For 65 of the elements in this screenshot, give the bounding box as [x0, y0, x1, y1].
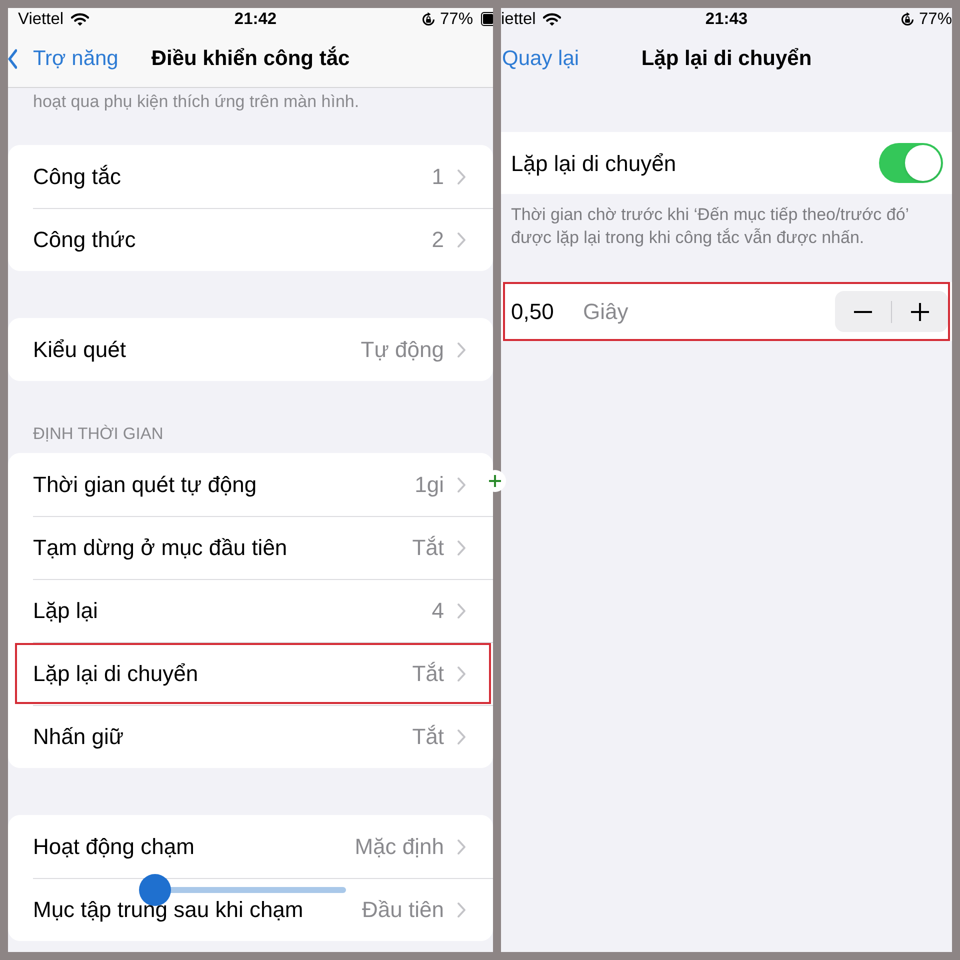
chevron-right-icon [457, 838, 466, 854]
row-value: Tắt [412, 660, 444, 688]
row-label: Hoạt động chạm [33, 833, 196, 861]
battery-percent: 77% [440, 8, 474, 30]
row-label: Thời gian quét tự động [33, 471, 258, 499]
row-value: 2 [432, 226, 444, 254]
back-button[interactable]: Quay lại [501, 42, 580, 74]
chevron-right-icon [457, 540, 466, 556]
row-label: Công tắc [33, 163, 122, 191]
carrier-name: Viettel [18, 8, 64, 30]
row-label: Lặp lại di chuyển [33, 660, 200, 688]
row-value: Tắt [412, 534, 444, 562]
description-text: hoạt qua phụ kiện thích ứng trên màn hình. [32, 92, 360, 112]
row-value: Tự động [360, 336, 444, 364]
battery-percent: 77% [918, 8, 952, 30]
back-button[interactable]: Trợ năng [8, 42, 118, 74]
row-label: Lặp lại di chuyển [511, 150, 678, 178]
row-value: 1gi [414, 471, 444, 499]
rotation-lock-icon [900, 12, 915, 26]
rotation-lock-icon [420, 12, 436, 26]
settings-row[interactable]: Công tắc 1 [8, 145, 493, 208]
unit-text: Giây [583, 298, 630, 326]
minus-icon [854, 310, 872, 312]
settings-row[interactable]: Lặp lại 4 [8, 579, 493, 642]
chevron-right-icon [457, 728, 466, 744]
chevron-right-icon [457, 902, 466, 918]
row-value: 4 [432, 597, 444, 625]
row-value: 1 [432, 163, 444, 191]
plus-icon [911, 302, 929, 320]
row-label: Kiểu quét [33, 336, 127, 364]
row-value: Đầu tiên [362, 896, 444, 924]
settings-row[interactable]: Thời gian quét tự động 1gi [8, 453, 493, 516]
settings-row[interactable]: Hoạt động chạm Mặc định [8, 815, 493, 878]
wifi-icon [542, 12, 561, 26]
battery-icon [481, 12, 493, 26]
row-value: Mặc định [354, 833, 444, 861]
chevron-left-icon [8, 48, 17, 68]
row-label: Công thức [33, 226, 137, 254]
status-time: 21:43 [705, 8, 748, 30]
row-label: Mục tập trung sau khi chạm [33, 896, 304, 924]
section-header: ĐỊNH THỜI GIAN [32, 425, 164, 443]
chevron-right-icon [457, 476, 466, 492]
footer-text: Thời gian chờ trước khi ‘Đến mục tiếp theo/trước đó’ được lặp lại trong khi công tắc vẫn được nhấn. [510, 204, 910, 249]
status-time: 21:42 [234, 8, 277, 30]
chevron-right-icon [457, 666, 466, 682]
row-value: Tắt [412, 723, 444, 751]
settings-row[interactable]: Mục tập trung sau khi chạm Đầu tiên [8, 878, 493, 941]
settings-row[interactable]: Tạm dừng ở mục đầu tiên Tắt [8, 516, 493, 579]
chevron-right-icon [457, 232, 466, 248]
toggle-switch[interactable] [879, 143, 943, 183]
carrier-name: iettel [501, 8, 536, 30]
chevron-right-icon [457, 602, 466, 618]
settings-row[interactable]: Kiểu quét Tự động [8, 318, 493, 381]
nav-title: Điều khiển công tắc [151, 45, 350, 72]
wifi-icon [70, 12, 89, 26]
settings-row[interactable]: Nhấn giữ Tắt [8, 705, 493, 768]
value-text: 0,50 [511, 298, 555, 326]
row-label: Nhấn giữ [33, 723, 125, 751]
chevron-right-icon [457, 168, 466, 184]
nav-title: Lặp lại di chuyển [641, 46, 812, 72]
chevron-right-icon [457, 342, 466, 358]
settings-row[interactable]: Lặp lại di chuyển Tắt [8, 642, 493, 705]
settings-row[interactable]: Công thức 2 [8, 208, 493, 271]
row-label: Lặp lại [33, 597, 99, 625]
row-label: Tạm dừng ở mục đầu tiên [33, 534, 288, 562]
